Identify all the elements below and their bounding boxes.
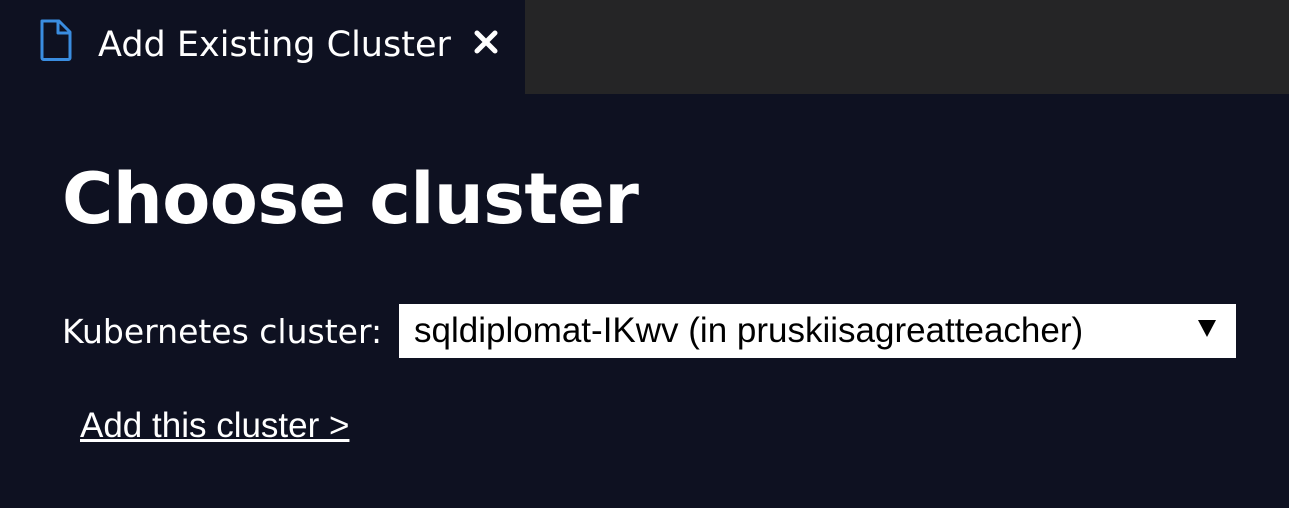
main-content: Choose cluster Kubernetes cluster: sqldi… <box>0 94 1289 508</box>
cluster-select[interactable]: sqldiplomat-IKwv (in pruskiisagreatteach… <box>399 304 1236 358</box>
cluster-select-value: sqldiplomat-IKwv (in pruskiisagreatteach… <box>414 311 1084 350</box>
page-title: Choose cluster <box>62 158 639 240</box>
cluster-field-label: Kubernetes cluster: <box>62 312 383 351</box>
dropdown-arrow-icon <box>1198 320 1216 337</box>
tab-add-existing-cluster[interactable]: Add Existing Cluster <box>0 0 525 94</box>
close-icon[interactable] <box>468 22 504 62</box>
tab-label: Add Existing Cluster <box>98 25 451 65</box>
file-icon <box>38 18 74 62</box>
tab-bar: Add Existing Cluster <box>0 0 1289 94</box>
add-cluster-link[interactable]: Add this cluster > <box>80 404 349 448</box>
